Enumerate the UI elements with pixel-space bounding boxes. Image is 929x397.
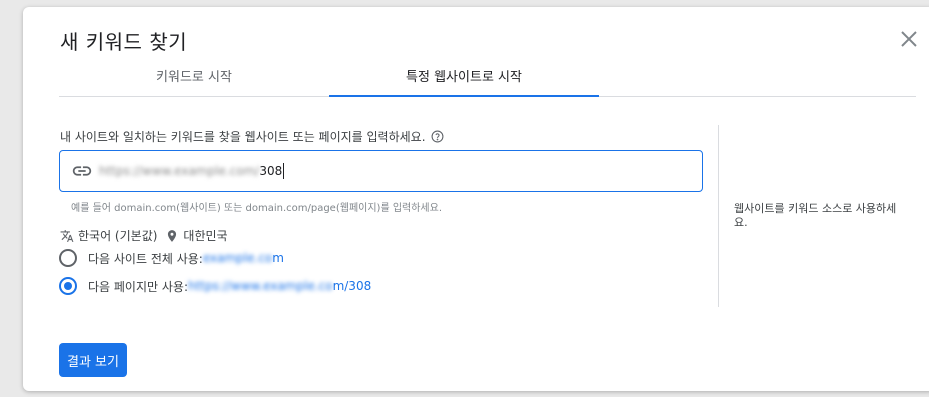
url-value: https://www.example.com/308 <box>99 163 285 179</box>
new-keyword-dialog: 새 키워드 찾기 키워드로 시작 특정 웹사이트로 시작 내 사이트와 일치하는… <box>23 7 929 391</box>
tab-keywords[interactable]: 키워드로 시작 <box>59 62 329 96</box>
url-redacted: https://www.example.com/ <box>99 164 260 178</box>
url-hint: 예를 들어 domain.com(웹사이트) 또는 domain.com/pag… <box>71 203 442 214</box>
tab-website-label: 특정 웹사이트로 시작 <box>406 70 522 85</box>
side-note: 웹사이트를 키워드 소스로 사용하세요. <box>734 202 897 229</box>
option-whole-site[interactable]: 다음 사이트 전체 사용: example.co m <box>59 249 284 267</box>
option-whole-site-redacted: example.co <box>202 251 273 265</box>
close-icon[interactable] <box>897 27 921 51</box>
radio-page-only[interactable] <box>59 277 77 295</box>
url-prompt: 내 사이트와 일치하는 키워드를 찾을 웹사이트 또는 페이지를 입력하세요. <box>60 128 444 145</box>
link-icon <box>71 160 93 182</box>
website-url-input[interactable]: https://www.example.com/308 <box>59 150 703 192</box>
option-page-only-prefix: 다음 페이지만 사용: <box>88 279 188 294</box>
location-label[interactable]: 대한민국 <box>183 227 227 244</box>
option-page-only-redacted: https://www.example.co <box>188 279 333 293</box>
language-location: 한국어 (기본값) 대한민국 <box>60 227 228 244</box>
language-label[interactable]: 한국어 (기본값) <box>78 227 157 244</box>
start-tabs: 키워드로 시작 특정 웹사이트로 시작 <box>59 62 916 97</box>
option-whole-site-suffix: m <box>272 251 284 265</box>
text-caret <box>283 163 285 179</box>
dialog-title: 새 키워드 찾기 <box>60 30 188 54</box>
option-page-only-suffix: m/308 <box>332 279 372 293</box>
option-whole-site-prefix: 다음 사이트 전체 사용: <box>88 251 203 266</box>
show-results-button[interactable]: 결과 보기 <box>59 343 127 377</box>
translate-icon <box>60 229 74 242</box>
tab-keywords-label: 키워드로 시작 <box>156 70 232 85</box>
url-suffix: 308 <box>259 164 283 178</box>
vertical-divider <box>718 125 719 307</box>
location-pin-icon <box>168 229 177 242</box>
option-whole-site-label: 다음 사이트 전체 사용: example.co m <box>88 250 284 267</box>
option-page-only-label: 다음 페이지만 사용: https://www.example.co m/308 <box>88 278 371 295</box>
option-page-only[interactable]: 다음 페이지만 사용: https://www.example.co m/308 <box>59 277 371 295</box>
tab-website[interactable]: 특정 웹사이트로 시작 <box>329 62 599 97</box>
url-prompt-text: 내 사이트와 일치하는 키워드를 찾을 웹사이트 또는 페이지를 입력하세요. <box>60 130 426 144</box>
radio-whole-site[interactable] <box>59 249 77 267</box>
help-icon[interactable] <box>431 130 444 143</box>
